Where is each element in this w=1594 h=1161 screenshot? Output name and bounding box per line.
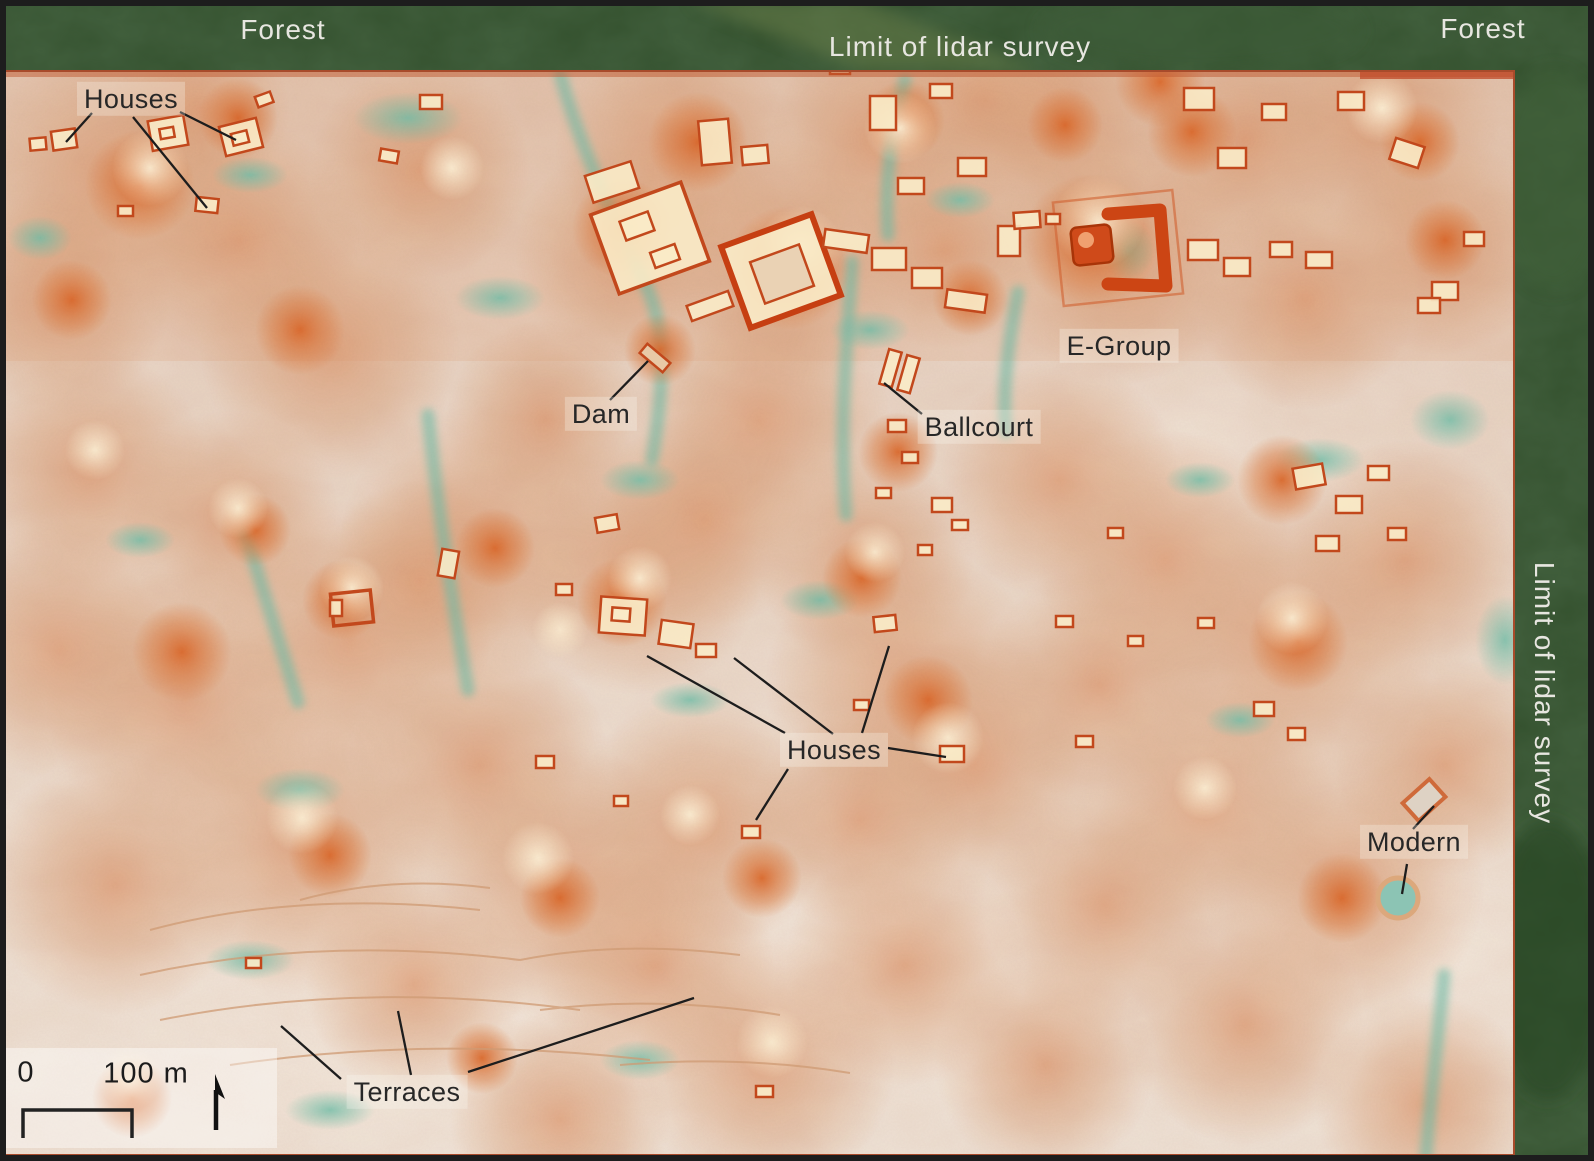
structure: [51, 128, 77, 150]
structure: [658, 620, 693, 648]
structure: [945, 289, 987, 312]
lidar-map: [0, 0, 1594, 1161]
ballcourt-label: Ballcourt: [918, 410, 1041, 444]
structure: [1128, 636, 1143, 646]
structure: [918, 545, 932, 555]
structure: [1464, 232, 1484, 246]
structure: [420, 95, 442, 109]
structure: [958, 158, 986, 176]
structure: [595, 514, 619, 533]
structure: [1262, 104, 1286, 120]
structure: [1198, 618, 1214, 628]
structure: [952, 520, 968, 530]
scale-distance-label: 100 m: [96, 1056, 196, 1093]
structure: [1056, 616, 1073, 627]
structure: [1270, 242, 1292, 257]
structure: [742, 826, 760, 838]
lidar-survey-figure: Forest Limit of lidar survey Forest Limi…: [0, 0, 1594, 1161]
structure: [1316, 536, 1339, 551]
structure: [696, 644, 716, 657]
structure: [870, 96, 896, 130]
structure: [379, 149, 399, 164]
structure: [1336, 496, 1362, 513]
structure: [940, 746, 964, 762]
structure: [1368, 466, 1389, 480]
structure: [873, 615, 896, 632]
map-artwork: [0, 0, 1594, 1161]
structure: [930, 84, 952, 98]
scale-zero-label: 0: [10, 1055, 41, 1092]
houses-label-northwest: Houses: [77, 82, 185, 116]
structure: [876, 488, 891, 498]
terraces-label: Terraces: [347, 1075, 468, 1109]
structure: [1108, 528, 1123, 538]
structure: [1076, 736, 1093, 747]
structure: [246, 958, 261, 968]
survey-edge-tint-right: [1360, 71, 1514, 79]
structure: [438, 549, 459, 579]
structure: [898, 178, 924, 194]
structure: [1224, 258, 1250, 276]
structure: [159, 127, 175, 139]
forest-label-right: Forest: [1433, 11, 1532, 47]
structure: [556, 584, 572, 595]
structure: [888, 420, 906, 432]
structure: [902, 452, 918, 463]
e-group-label: E-Group: [1060, 329, 1179, 363]
structure: [1292, 464, 1325, 490]
structure: [1188, 240, 1218, 260]
limit-of-lidar-survey-label-top: Limit of lidar survey: [822, 29, 1098, 65]
structure: [330, 600, 342, 616]
structure: [698, 119, 732, 165]
structure: [1338, 92, 1364, 110]
structure: [1418, 298, 1440, 313]
structure: [1184, 88, 1214, 110]
structure: [1306, 252, 1332, 268]
structure: [1288, 728, 1305, 740]
dam-label: Dam: [565, 397, 637, 431]
structure: [1254, 702, 1274, 716]
forest-label-left: Forest: [233, 12, 332, 48]
structure: [1388, 528, 1406, 540]
structure: [756, 1086, 773, 1097]
limit-of-lidar-survey-label-right: Limit of lidar survey: [1526, 555, 1562, 831]
modern-pond: [1378, 878, 1418, 918]
structure: [612, 607, 631, 621]
modern-label: Modern: [1360, 825, 1468, 859]
structure: [998, 226, 1020, 256]
structure: [1218, 148, 1246, 168]
structure: [536, 756, 554, 768]
structure: [741, 145, 768, 165]
structure: [1046, 214, 1060, 224]
structure: [614, 796, 628, 806]
structure: [1013, 211, 1040, 229]
structure: [854, 700, 869, 710]
structure: [118, 206, 133, 216]
structure: [1078, 232, 1094, 248]
houses-label-center: Houses: [780, 733, 888, 767]
structure: [872, 248, 906, 270]
structure: [30, 137, 47, 150]
structure: [932, 498, 952, 512]
structure: [912, 268, 942, 288]
